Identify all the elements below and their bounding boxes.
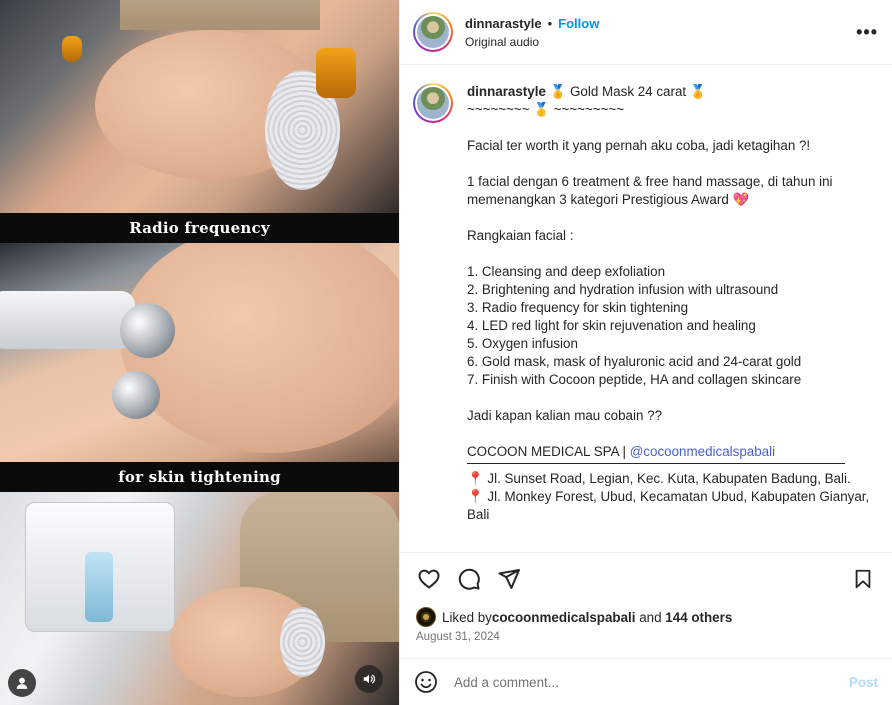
post-media[interactable]: Radio frequency for skin tightening	[0, 0, 399, 705]
caption-list-item: 3. Radio frequency for skin tightening	[467, 300, 689, 315]
speaker-icon	[363, 674, 376, 684]
caption-avatar[interactable]	[413, 83, 453, 123]
smiley-icon[interactable]	[414, 670, 438, 694]
caption-list-item: 5. Oxygen infusion	[467, 336, 578, 351]
location-line: 📍 Jl. Monkey Forest, Ubud, Kecamatan Ubu…	[467, 489, 873, 522]
overlay-text-top: Radio frequency	[129, 219, 270, 237]
more-options-button[interactable]: •••	[856, 22, 878, 43]
user-icon	[16, 677, 28, 689]
caption-line	[467, 389, 876, 407]
spa-line: COCOON MEDICAL SPA | @cocoonmedicalspaba…	[467, 443, 876, 461]
spa-name: COCOON MEDICAL SPA |	[467, 444, 630, 459]
post-side-panel: dinnarastyle • Follow Original audio •••…	[399, 0, 892, 705]
avatar[interactable]	[413, 12, 453, 52]
caption-line: Facial ter worth it yang pernah aku coba…	[467, 138, 811, 153]
caption-line	[467, 119, 876, 137]
follow-button[interactable]: Follow	[558, 16, 599, 31]
caption-username[interactable]: dinnarastyle	[467, 84, 546, 99]
caption-divider: ~~~~~~~~ 🥇 ~~~~~~~~~	[467, 102, 625, 117]
caption-line	[467, 209, 876, 227]
post-date[interactable]: August 31, 2024	[416, 631, 500, 643]
caption-line	[467, 425, 876, 443]
media-frame-top	[0, 0, 399, 213]
caption-body: dinnarastyle 🏅 Gold Mask 24 carat 🏅 ~~~~…	[467, 83, 876, 524]
rf-device	[0, 291, 135, 349]
comment-bar: Post	[400, 658, 892, 705]
location-line: 📍 Jl. Sunset Road, Legian, Kec. Kuta, Ka…	[467, 471, 851, 486]
caption-list-item: 2. Brightening and hydration infusion wi…	[467, 282, 779, 297]
caption-line: 1 facial dengan 6 treatment & free hand …	[467, 174, 837, 207]
caption-title: 🏅 Gold Mask 24 carat 🏅	[549, 84, 707, 99]
liker-avatar[interactable]	[416, 607, 436, 627]
hair-cap-2	[280, 607, 325, 677]
caption-list-item: 7. Finish with Cocoon peptide, HA and co…	[467, 372, 802, 387]
avatar-image	[417, 16, 449, 48]
comment-input[interactable]	[454, 674, 849, 690]
send-icon	[498, 569, 520, 589]
brand-logo-icon	[423, 614, 429, 620]
serum-bottle	[316, 48, 356, 98]
post-comment-button[interactable]: Post	[849, 675, 878, 690]
comment-icon	[458, 568, 480, 590]
caption-avatar-image	[417, 87, 449, 119]
caption-list-item: 6. Gold mask, mask of hyaluronic acid an…	[467, 354, 802, 369]
likes-prefix: Liked by	[442, 609, 492, 625]
liker-username[interactable]: cocoonmedicalspabali	[492, 610, 636, 625]
machine-tank	[85, 552, 113, 622]
caption-list-item: 4. LED red light for skin rejuvenation a…	[467, 318, 756, 333]
heart-icon	[418, 569, 440, 589]
therapist-uniform	[120, 0, 320, 30]
overlay-text-bottom: for skin tightening	[118, 468, 281, 486]
caption-rule	[467, 463, 845, 464]
audio-label[interactable]: Original audio	[465, 35, 599, 49]
media-frame-bottom	[0, 492, 399, 705]
overlay-caption-bottom: for skin tightening	[0, 462, 399, 492]
comment-button[interactable]	[456, 566, 482, 592]
caption-line: Rangkaian facial :	[467, 228, 574, 243]
share-button[interactable]	[496, 566, 522, 592]
overlay-caption-top: Radio frequency	[0, 213, 399, 243]
separator-dot: •	[547, 15, 553, 31]
header-username[interactable]: dinnarastyle	[465, 16, 542, 31]
media-frame-middle	[0, 243, 399, 462]
caption-line	[467, 155, 876, 173]
save-button[interactable]	[850, 566, 876, 592]
caption-first-line: dinnarastyle 🏅 Gold Mask 24 carat 🏅	[467, 83, 876, 101]
bookmark-icon	[855, 569, 871, 589]
likes-others-link[interactable]: 144 others	[665, 610, 732, 625]
like-button[interactable]	[416, 566, 442, 592]
caption-line: Jadi kapan kalian mau cobain ??	[467, 408, 663, 423]
caption-area: dinnarastyle 🏅 Gold Mask 24 carat 🏅 ~~~~…	[400, 65, 892, 553]
likes-summary: Liked by cocoonmedicalspabali and 144 ot…	[416, 607, 732, 627]
rf-roller-top	[120, 303, 175, 358]
caption-line	[467, 245, 876, 263]
caption-list-item: 1. Cleansing and deep exfoliation	[467, 264, 666, 279]
spa-mention-link[interactable]: @cocoonmedicalspabali	[630, 444, 775, 459]
rf-roller-bottom	[112, 371, 160, 419]
dropper	[62, 36, 82, 62]
likes-middle: and	[635, 609, 666, 625]
user-tag-button[interactable]	[8, 669, 36, 697]
action-bar	[416, 565, 876, 593]
audio-toggle-button[interactable]	[355, 665, 383, 693]
post-header: dinnarastyle • Follow Original audio •••	[400, 0, 892, 65]
